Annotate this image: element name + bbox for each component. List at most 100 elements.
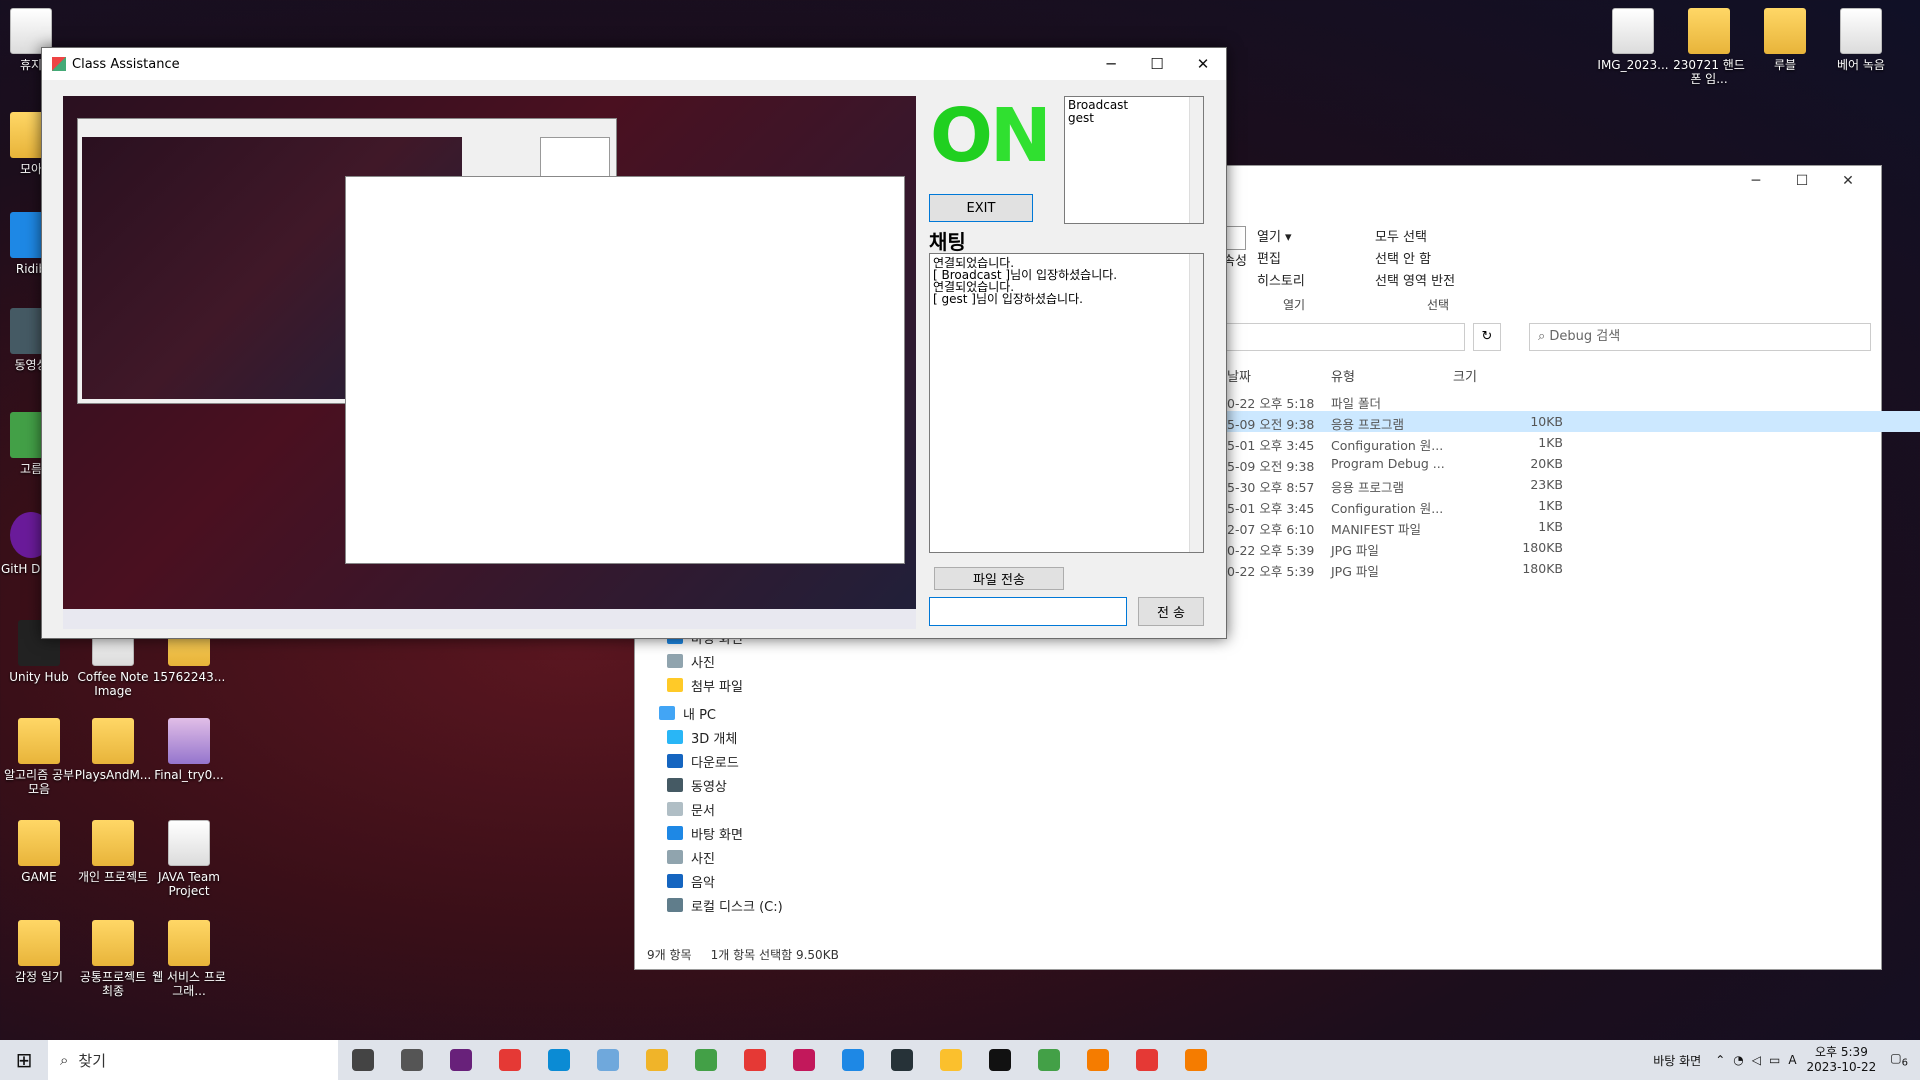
taskbar-app-button[interactable]: [485, 1040, 534, 1080]
nav-item[interactable]: 첨부 파일: [667, 674, 743, 696]
taskbar-app-button[interactable]: [1024, 1040, 1073, 1080]
desktop-icon-emotion-diary[interactable]: 감정 일기: [0, 920, 78, 984]
file-row[interactable]: 5-30 오후 8:57 응용 프로그램 23KB: [1227, 474, 1920, 495]
nav-item[interactable]: 다운로드: [667, 750, 739, 772]
desktop-icon-common-project[interactable]: 공통프로젝트 최종: [74, 920, 152, 998]
taskbar-app-button[interactable]: [975, 1040, 1024, 1080]
desktop-icon-personal-project[interactable]: 개인 프로젝트: [74, 820, 152, 884]
taskbar-app-button[interactable]: [828, 1040, 877, 1080]
nav-item[interactable]: 3D 개체: [667, 726, 737, 748]
user-list-item[interactable]: gest: [1068, 112, 1200, 125]
close-button[interactable]: ✕: [1180, 48, 1226, 80]
desktop-icon-playsandm[interactable]: PlaysAndM...: [74, 718, 152, 782]
desktop-icon-img-2023[interactable]: IMG_2023...: [1594, 8, 1672, 72]
file-row[interactable]: 0-22 오후 5:18 파일 폴더: [1227, 390, 1920, 411]
invert-selection-button[interactable]: 선택 영역 반전: [1375, 270, 1455, 289]
desktop-icon-web-service[interactable]: 웹 서비스 프로그래...: [150, 920, 228, 998]
nav-item-icon: [667, 778, 683, 792]
taskbar-app-button[interactable]: [436, 1040, 485, 1080]
volume-icon[interactable]: ◁: [1752, 1053, 1761, 1067]
on-logo: ON: [930, 93, 1052, 179]
file-row[interactable]: 0-22 오후 5:39 JPG 파일 180KB: [1227, 537, 1920, 558]
taskbar-app-button[interactable]: [681, 1040, 730, 1080]
file-row[interactable]: 5-09 오전 9:38 Program Debug ... 20KB: [1227, 453, 1920, 474]
refresh-icon[interactable]: ↻: [1473, 323, 1501, 351]
chat-log-scrollbar[interactable]: [1189, 254, 1203, 552]
ime-indicator[interactable]: A: [1788, 1053, 1796, 1067]
edit-button[interactable]: 편집: [1257, 248, 1281, 267]
desktop-icon-230721[interactable]: 230721 핸드폰 임...: [1670, 8, 1748, 86]
nav-item[interactable]: 사진: [667, 650, 715, 672]
send-button[interactable]: 전 송: [1138, 597, 1204, 626]
desktop-icon-final-try[interactable]: Final_try0...: [150, 718, 228, 782]
column-size[interactable]: 크기: [1453, 366, 1477, 385]
nav-item[interactable]: 동영상: [667, 774, 727, 796]
nav-item[interactable]: 내 PC: [659, 702, 716, 724]
nav-item[interactable]: 음악: [667, 870, 715, 892]
address-bar[interactable]: [1215, 323, 1465, 351]
file-row[interactable]: 5-01 오후 3:45 Configuration 원... 1KB: [1227, 495, 1920, 516]
nav-item[interactable]: 로컬 디스크 (C:): [667, 894, 783, 916]
nav-item[interactable]: 바탕 화면: [667, 822, 743, 844]
battery-icon[interactable]: ▭: [1769, 1053, 1780, 1067]
desktop-toolbar-label[interactable]: 바탕 화면: [1653, 1052, 1701, 1069]
history-button[interactable]: 히스토리: [1257, 270, 1305, 289]
chevron-up-icon[interactable]: ⌃: [1715, 1053, 1725, 1067]
select-none-button[interactable]: 선택 안 함: [1375, 248, 1431, 267]
exit-button[interactable]: EXIT: [929, 194, 1033, 222]
chat-log[interactable]: 연결되었습니다. [ Broadcast ]님이 입장하셨습니다. 연결되었습니…: [929, 253, 1204, 553]
desktop-icon-game[interactable]: GAME: [0, 820, 78, 884]
start-button[interactable]: ⊞: [0, 1040, 48, 1080]
taskbar-app-button[interactable]: [1171, 1040, 1220, 1080]
nav-item-icon: [667, 874, 683, 888]
folder-icon: [92, 820, 134, 866]
minimize-button[interactable]: ─: [1088, 48, 1134, 80]
task-view-icon: [351, 1049, 374, 1071]
maximize-button[interactable]: ☐: [1134, 48, 1180, 80]
taskbar-app-button[interactable]: [387, 1040, 436, 1080]
user-list[interactable]: Broadcast gest: [1064, 96, 1204, 224]
chat-line: [ gest ]님이 입장하셨습니다.: [933, 292, 1083, 306]
network-icon[interactable]: ◔: [1733, 1053, 1743, 1067]
taskbar-app-button[interactable]: [338, 1040, 387, 1080]
file-row[interactable]: 5-01 오후 3:45 Configuration 원... 1KB: [1227, 432, 1920, 453]
select-all-button[interactable]: 모두 선택: [1375, 226, 1427, 245]
nav-item-icon: [667, 826, 683, 840]
desktop-icon-java-team-project[interactable]: JAVA Team Project: [150, 820, 228, 898]
chrome-icon: [498, 1049, 521, 1071]
search-input[interactable]: ⌕ Debug 검색: [1529, 323, 1871, 351]
nav-item[interactable]: 사진: [667, 846, 715, 868]
taskbar-app-button[interactable]: [877, 1040, 926, 1080]
desktop-icon-algorithm[interactable]: 알고리즘 공부 모음: [0, 718, 78, 796]
file-date: 0-22 오후 5:18: [1227, 396, 1315, 411]
vscode-icon: [841, 1049, 864, 1071]
file-send-button[interactable]: 파일 전송: [934, 567, 1064, 590]
message-input[interactable]: [929, 597, 1127, 626]
file-row[interactable]: 5-09 오전 9:38 응용 프로그램 10KB: [1227, 411, 1920, 432]
clock[interactable]: 오후 5:39 2023-10-22: [1807, 1045, 1877, 1075]
desktop-icon-bear-recording[interactable]: 베어 녹음: [1822, 8, 1900, 72]
taskbar-app-button[interactable]: [583, 1040, 632, 1080]
maximize-button[interactable]: ☐: [1779, 173, 1825, 189]
column-date[interactable]: 날짜: [1227, 366, 1251, 385]
column-type[interactable]: 유형: [1331, 366, 1355, 385]
notification-icon[interactable]: ▢6: [1890, 1051, 1908, 1068]
open-button[interactable]: 열기 ▾: [1257, 226, 1292, 245]
taskbar-app-button[interactable]: [1122, 1040, 1171, 1080]
taskbar-app-button[interactable]: [730, 1040, 779, 1080]
taskbar-app-button[interactable]: [1073, 1040, 1122, 1080]
file-row[interactable]: 2-07 오후 6:10 MANIFEST 파일 1KB: [1227, 516, 1920, 537]
folder-icon: [1688, 8, 1730, 54]
taskbar-search[interactable]: ⌕ 찾기: [48, 1040, 338, 1080]
taskbar-app-button[interactable]: [926, 1040, 975, 1080]
taskbar-app-button[interactable]: [779, 1040, 828, 1080]
minimize-button[interactable]: ─: [1733, 173, 1779, 189]
file-row[interactable]: 0-22 오후 5:39 JPG 파일 180KB: [1227, 558, 1920, 579]
desktop-icon-rouble[interactable]: 루블: [1746, 8, 1824, 72]
mini-on-logo: [468, 137, 528, 177]
taskbar-app-button[interactable]: [534, 1040, 583, 1080]
close-button[interactable]: ✕: [1825, 173, 1871, 189]
user-list-scrollbar[interactable]: [1189, 97, 1203, 223]
nav-item[interactable]: 문서: [667, 798, 715, 820]
taskbar-app-button[interactable]: [632, 1040, 681, 1080]
